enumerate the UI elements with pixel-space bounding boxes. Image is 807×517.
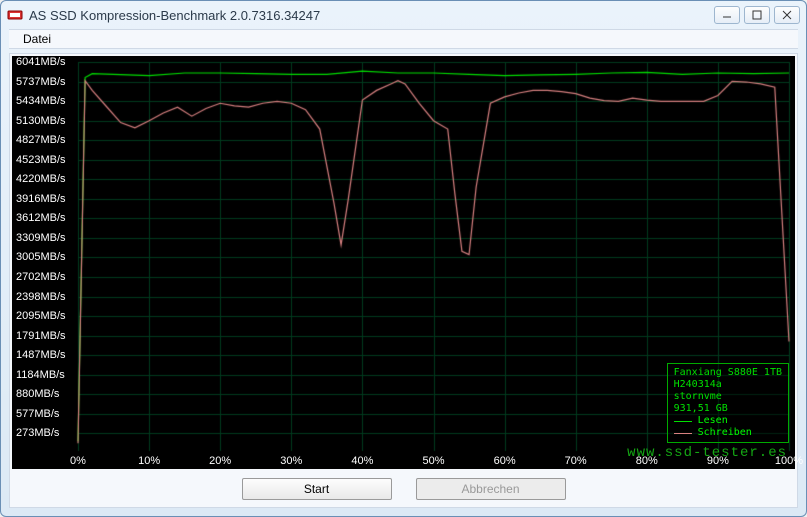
y-tick-label: 3612MB/s — [16, 212, 66, 224]
y-tick-label: 6041MB/s — [16, 56, 66, 68]
app-window: AS SSD Kompression-Benchmark 2.0.7316.34… — [0, 0, 807, 517]
maximize-button[interactable] — [744, 6, 770, 24]
y-tick-label: 577MB/s — [16, 408, 59, 420]
window-title: AS SSD Kompression-Benchmark 2.0.7316.34… — [29, 8, 714, 23]
y-tick-label: 5434MB/s — [16, 95, 66, 107]
y-tick-label: 3005MB/s — [16, 251, 66, 263]
x-tick-label: 20% — [209, 455, 231, 467]
app-icon — [7, 7, 23, 23]
read-swatch — [674, 421, 692, 422]
y-tick-label: 5737MB/s — [16, 76, 66, 88]
y-tick-label: 1184MB/s — [16, 369, 65, 381]
x-tick-label: 60% — [494, 455, 516, 467]
y-tick-label: 2095MB/s — [16, 310, 66, 322]
x-tick-label: 50% — [422, 455, 444, 467]
legend-read: Lesen — [674, 415, 782, 427]
y-tick-label: 273MB/s — [16, 427, 59, 439]
client-area: 273MB/s 577MB/s 880MB/s 1184MB/s 1487MB/s 179… — [9, 53, 798, 508]
titlebar[interactable]: AS SSD Kompression-Benchmark 2.0.7316.34… — [1, 1, 806, 29]
menu-file[interactable]: Datei — [15, 30, 59, 48]
y-tick-label: 3916MB/s — [16, 193, 66, 205]
y-tick-label: 2398MB/s — [16, 291, 66, 303]
legend-device: Fanxiang S880E 1TB — [674, 367, 782, 379]
chart-area: 273MB/s 577MB/s 880MB/s 1184MB/s 1487MB/s 179… — [12, 56, 795, 469]
y-tick-label: 880MB/s — [16, 388, 59, 400]
minimize-button[interactable] — [714, 6, 740, 24]
y-tick-label: 1791MB/s — [16, 330, 66, 342]
y-tick-label: 5130MB/s — [16, 115, 66, 127]
watermark: www.ssd-tester.es — [627, 445, 787, 461]
legend-write-label: Schreiben — [698, 427, 752, 439]
y-tick-label: 4220MB/s — [16, 173, 66, 185]
x-tick-label: 10% — [138, 455, 160, 467]
y-tick-label: 3309MB/s — [16, 232, 66, 244]
x-tick-label: 30% — [280, 455, 302, 467]
abort-button[interactable]: Abbrechen — [416, 478, 566, 500]
legend-box: Fanxiang S880E 1TB H240314a stornvme 931… — [667, 363, 789, 443]
y-tick-label: 4827MB/s — [16, 134, 66, 146]
window-buttons — [714, 6, 800, 24]
x-tick-label: 0% — [70, 455, 86, 467]
x-tick-label: 40% — [351, 455, 373, 467]
legend-read-label: Lesen — [698, 415, 728, 427]
legend-write: Schreiben — [674, 427, 782, 439]
y-tick-label: 4523MB/s — [16, 154, 66, 166]
start-button[interactable]: Start — [242, 478, 392, 500]
close-button[interactable] — [774, 6, 800, 24]
x-tick-label: 70% — [565, 455, 587, 467]
write-swatch — [674, 433, 692, 434]
legend-firmware: H240314a — [674, 379, 782, 391]
y-tick-label: 2702MB/s — [16, 271, 66, 283]
menubar: Datei — [9, 29, 798, 49]
y-tick-label: 1487MB/s — [16, 349, 66, 361]
button-row: Start Abbrechen — [10, 471, 797, 507]
legend-capacity: 931,51 GB — [674, 403, 782, 415]
legend-driver: stornvme — [674, 391, 782, 403]
